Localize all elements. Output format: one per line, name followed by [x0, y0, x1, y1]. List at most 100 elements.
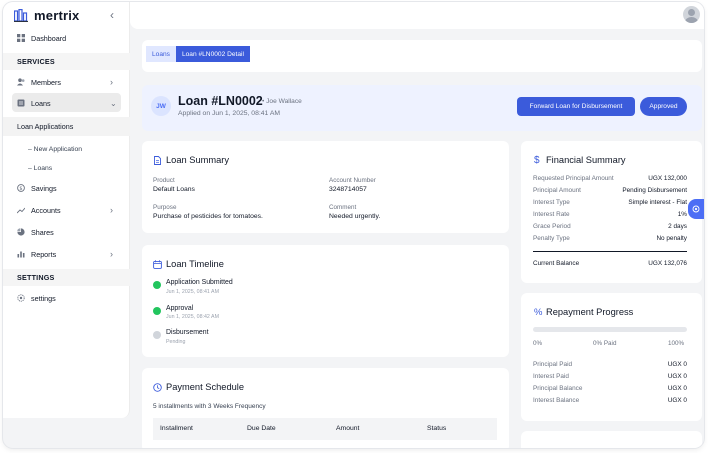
- account-number-label: Account Number: [329, 177, 376, 184]
- dash-icon: –: [28, 146, 32, 153]
- repayment-row: Principal Paid UGX 0: [533, 361, 687, 372]
- loans-icon: [17, 99, 25, 107]
- timeline-step-date: Pending: [166, 339, 186, 345]
- percent-icon: %: [534, 307, 543, 318]
- sidebar-subitem-new-application[interactable]: – New Application: [28, 146, 82, 153]
- applied-date: Applied on Jun 1, 2025, 08:41 AM: [178, 110, 281, 117]
- comment-value: Needed urgently.: [329, 213, 381, 220]
- collapse-sidebar-icon[interactable]: ‹: [110, 8, 114, 22]
- sidebar-item-members[interactable]: Members ›: [3, 72, 130, 92]
- repayment-row: Interest Balance UGX 0: [533, 397, 687, 408]
- logo: mertrix: [14, 8, 79, 23]
- sidebar-item-label: Members: [31, 77, 61, 87]
- repayment-row-value: UGX 0: [667, 373, 687, 380]
- repayment-row-value: UGX 0: [667, 385, 687, 392]
- sidebar-item-shares[interactable]: Shares: [3, 222, 130, 242]
- sidebar-item-reports[interactable]: Reports ›: [3, 244, 130, 264]
- avatar: JW: [151, 96, 171, 116]
- sidebar-item-label: Accounts: [31, 205, 61, 215]
- chevron-down-icon: ⌄: [110, 98, 117, 108]
- sidebar-item-savings[interactable]: $ Savings: [3, 178, 130, 198]
- sidebar-subitem-label: New Application: [33, 146, 83, 153]
- bar-chart-icon: [17, 250, 25, 258]
- financial-row-label: Principal Amount: [533, 187, 581, 194]
- sidebar-item-label: Dashboard: [31, 33, 67, 43]
- forward-disbursement-button[interactable]: Forward Loan for Disbursement: [517, 97, 635, 116]
- breadcrumb-loans[interactable]: Loans: [146, 46, 176, 62]
- purpose-label: Purpose: [153, 204, 177, 211]
- financial-row-value: Pending Disbursement: [622, 187, 687, 194]
- trend-up-icon: [17, 206, 25, 214]
- sidebar-item-accounts[interactable]: Accounts ›: [3, 200, 130, 220]
- dashboard-icon: [17, 34, 25, 42]
- sidebar-item-dashboard[interactable]: Dashboard: [3, 28, 130, 48]
- sidebar-item-label: Shares: [31, 227, 54, 237]
- financial-row-label: Penalty Type: [533, 235, 570, 242]
- loan-timeline-title: Loan Timeline: [166, 259, 224, 269]
- product-value: Default Loans: [153, 186, 195, 193]
- financial-row: Penalty Type No penalty: [533, 235, 687, 246]
- sidebar-subitem-loans[interactable]: – Loans: [28, 165, 52, 172]
- column-header-due-date: Due Date: [247, 425, 276, 432]
- members-icon: [17, 78, 25, 86]
- financial-row: Principal Amount Pending Disbursement: [533, 187, 687, 198]
- page-title: Loan #LN0002: [178, 94, 263, 108]
- calendar-icon: [153, 260, 162, 269]
- sidebar-subitem-label: Loans: [33, 165, 53, 172]
- sidebar-item-label: Reports: [31, 249, 57, 259]
- breadcrumb: Loans Loan #LN0002 Detail: [146, 46, 250, 62]
- breadcrumb-current: Loan #LN0002 Detail: [175, 46, 250, 62]
- repayment-row: Principal Balance UGX 0: [533, 385, 687, 396]
- services-header: SERVICES: [3, 53, 130, 70]
- progress-min-label: 0%: [533, 340, 543, 347]
- sidebar-item-settings[interactable]: settings: [3, 288, 130, 308]
- sidebar: mertrix ‹ Dashboard SERVICES Members › L…: [3, 2, 130, 418]
- schedule-subtitle: 5 installments with 3 Weeks Frequency: [153, 403, 266, 410]
- current-balance-row: Current Balance UGX 132,076: [533, 260, 687, 271]
- dash-icon: –: [28, 165, 32, 172]
- sidebar-item-label: Savings: [31, 183, 57, 193]
- financial-row-value: 1%: [677, 211, 687, 218]
- chevron-right-icon: ›: [110, 77, 113, 87]
- settings-header: SETTINGS: [3, 269, 130, 286]
- repayment-progress-title: Repayment Progress: [546, 307, 634, 317]
- side-panel-toggle[interactable]: [688, 199, 704, 219]
- document-icon: [153, 156, 162, 165]
- repayment-row-label: Principal Paid: [533, 361, 573, 368]
- repayment-row-label: Interest Balance: [533, 397, 580, 404]
- account-number-value: 3248714057: [329, 186, 367, 193]
- dollar-icon: $: [534, 155, 540, 166]
- user-avatar[interactable]: [683, 6, 700, 23]
- status-dot-submitted: [153, 281, 161, 289]
- app-window: mertrix ‹ Dashboard SERVICES Members › L…: [3, 2, 704, 448]
- timeline-step-title: Disbursement: [166, 329, 209, 336]
- status-dot-disbursement: [153, 331, 161, 339]
- next-card: [521, 431, 702, 448]
- sidebar-item-loans[interactable]: Loans ⌄: [3, 93, 130, 113]
- top-bar: [130, 2, 704, 29]
- timeline-step-date: Jun 1, 2025, 08:41 AM: [166, 289, 220, 295]
- timeline-step-title: Application Submitted: [166, 279, 233, 286]
- approved-button[interactable]: Approved: [640, 97, 687, 116]
- financial-row-label: Interest Type: [533, 199, 570, 206]
- gear-icon: [17, 294, 25, 302]
- status-dot-approval: [153, 307, 161, 315]
- pie-chart-icon: [17, 228, 25, 236]
- purpose-value: Purchase of pesticides for tomatoes.: [153, 213, 263, 220]
- current-balance-label: Current Balance: [533, 260, 580, 267]
- repayment-row: Interest Paid UGX 0: [533, 373, 687, 384]
- timeline-step-date: Jun 1, 2025, 08:42 AM: [166, 314, 220, 320]
- repayment-row-label: Interest Paid: [533, 373, 569, 380]
- repayment-progress-bar: [533, 327, 687, 332]
- savings-icon: $: [17, 184, 25, 192]
- financial-row-label: Requested Principal Amount: [533, 175, 614, 182]
- financial-summary-title: Financial Summary: [546, 155, 626, 165]
- column-header-installment: Installment: [160, 425, 193, 432]
- repayment-row-value: UGX 0: [667, 361, 687, 368]
- clock-icon: [153, 383, 162, 392]
- financial-row-label: Interest Rate: [533, 211, 570, 218]
- sidebar-item-loan-applications[interactable]: Loan Applications: [3, 117, 130, 136]
- chevron-right-icon: ›: [110, 205, 113, 215]
- borrower-name: • Joe Wallace: [262, 98, 302, 105]
- product-label: Product: [153, 177, 175, 184]
